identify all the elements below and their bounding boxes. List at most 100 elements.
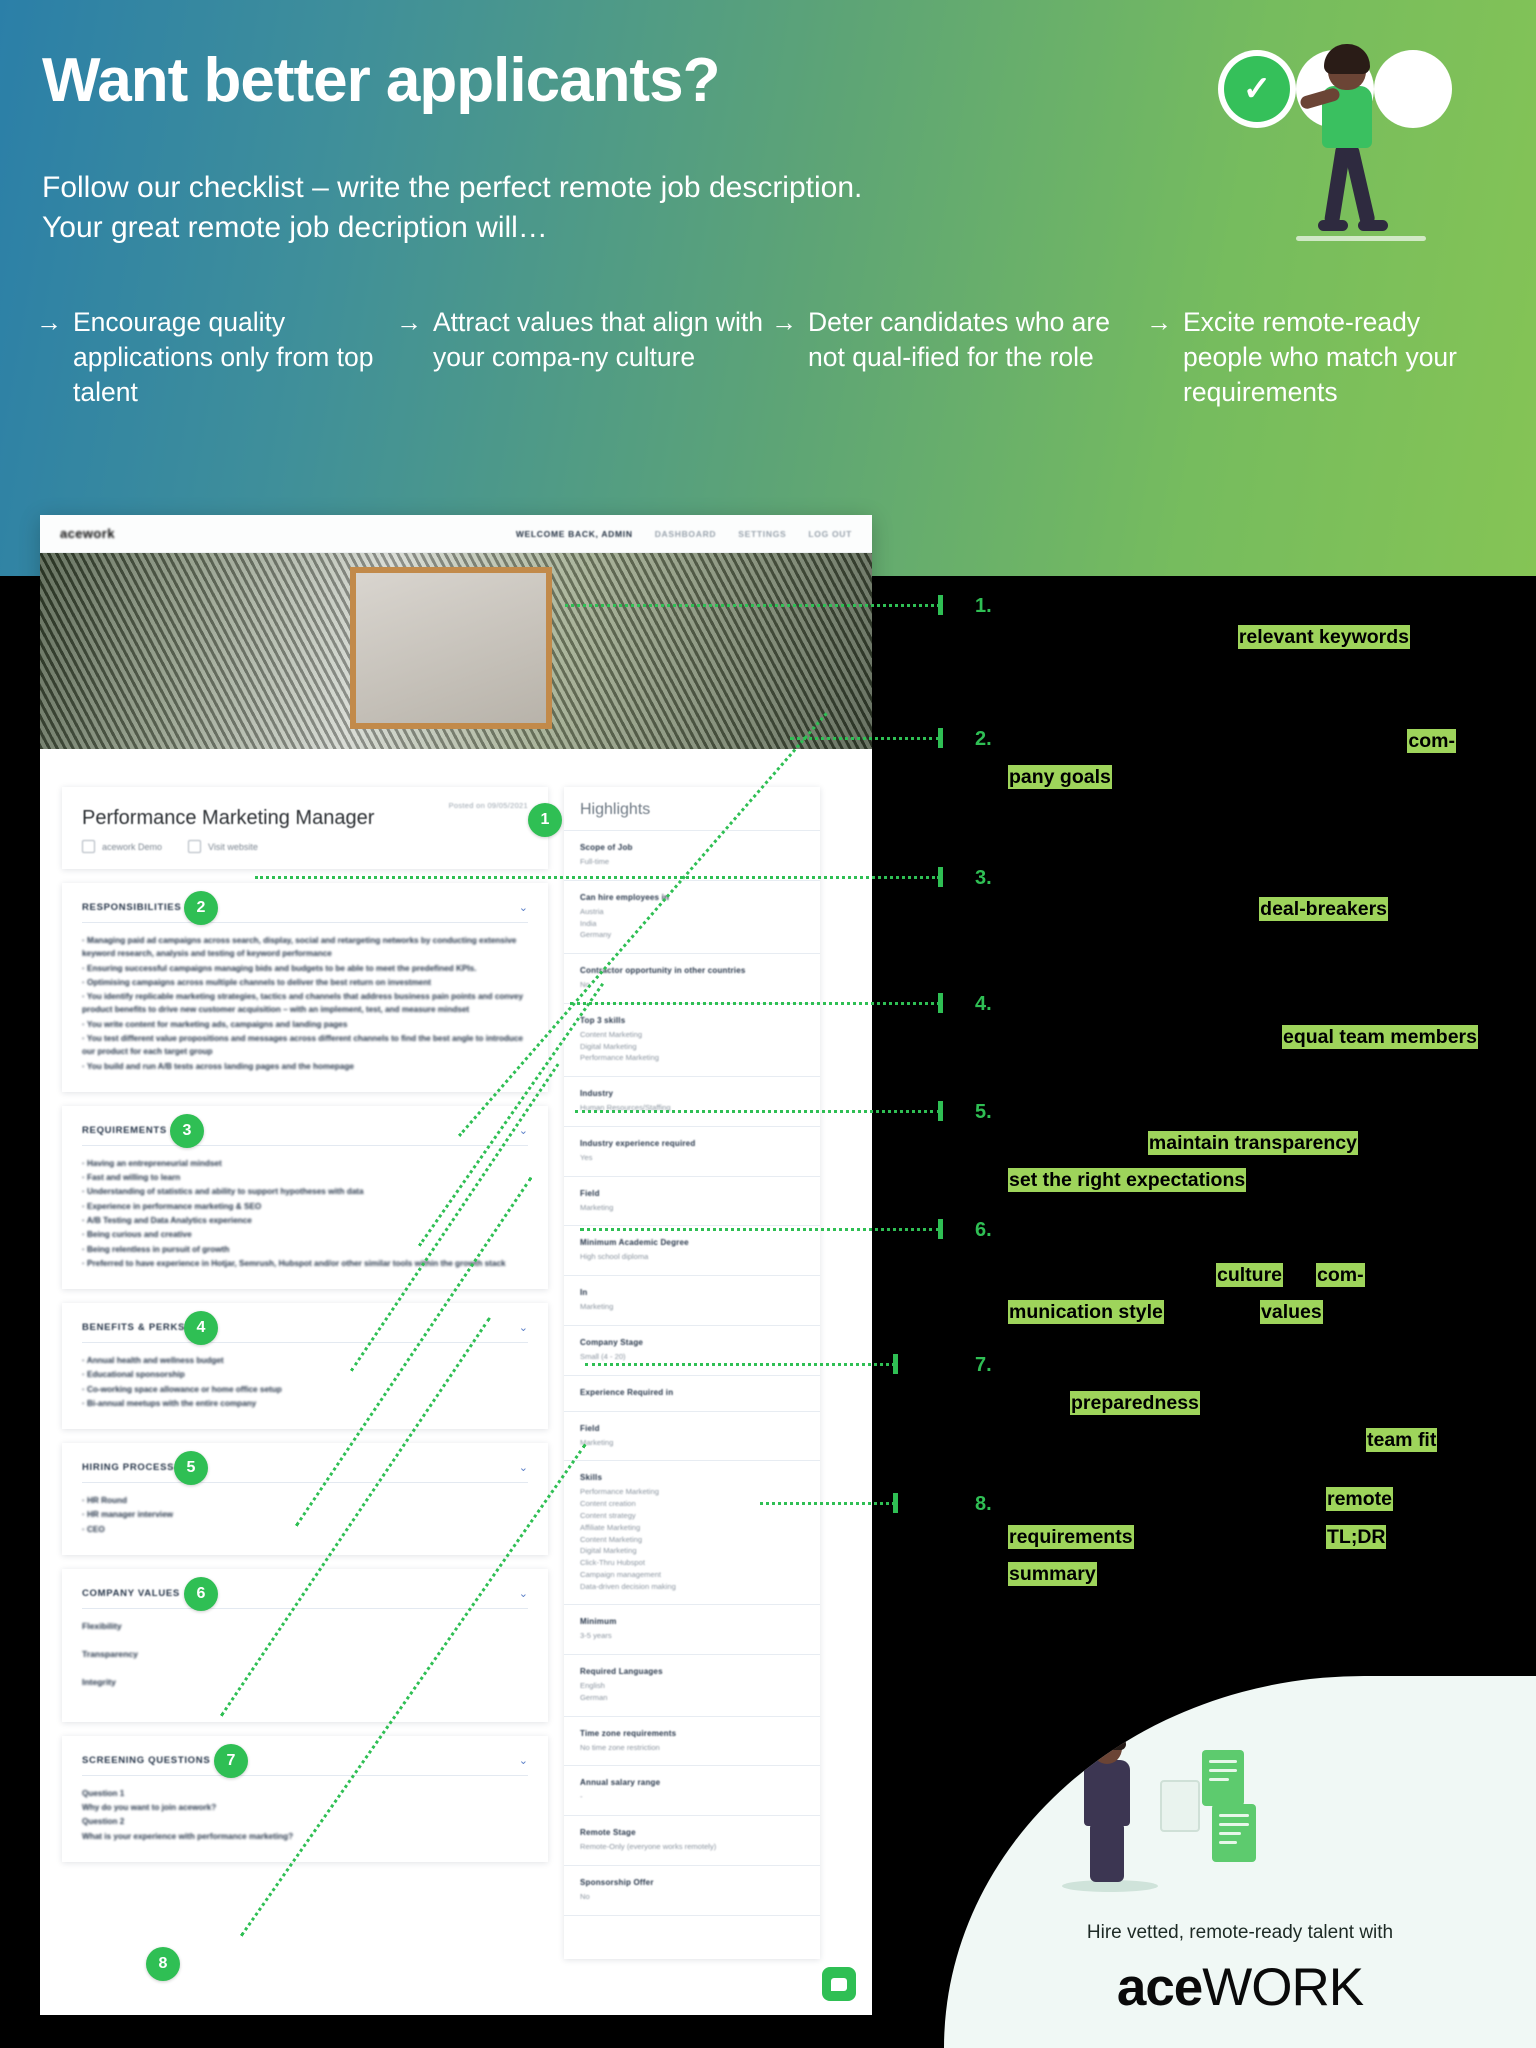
divider	[82, 922, 528, 923]
annotation-highlight: team fit	[1366, 1428, 1438, 1452]
list-item: · Managing paid ad campaigns across sear…	[82, 936, 517, 959]
section-body: · Having an entrepreneurial mindset · Fa…	[82, 1157, 528, 1270]
annotation-highlight: relevant keywords	[1237, 625, 1410, 649]
ground-line	[1296, 236, 1426, 241]
highlights-title: Highlights	[580, 801, 651, 818]
highlight-row: Remote Stage Remote-Only (everyone works…	[564, 1815, 820, 1865]
checkmark-icon: ✓	[1224, 56, 1290, 122]
connector-tick-6	[938, 1219, 943, 1239]
annotation-highlight: remote	[1326, 1487, 1394, 1511]
connector-3	[255, 876, 940, 879]
highlights-panel: Highlights Scope of Job Full-time Can hi…	[564, 787, 820, 1959]
highlight-key: Contractor opportunity in other countrie…	[580, 966, 746, 976]
arrow-icon: →	[771, 307, 797, 337]
highlight-row: Can hire employees in Austria India Germ…	[564, 879, 820, 953]
callout-badge-5: 5	[174, 1451, 208, 1486]
document-icon-1	[1202, 1750, 1244, 1806]
highlight-row: Top 3 skills Content Marketing Digital M…	[564, 1002, 820, 1076]
annotation-highlight: culture	[1216, 1263, 1284, 1287]
person-leg-right	[1342, 143, 1377, 227]
annotation-highlight: com-	[1316, 1263, 1365, 1287]
footer-tagline: Hire vetted, remote-ready talent with	[1086, 1922, 1394, 1943]
highlight-value: High school diploma	[580, 1252, 649, 1262]
annotation-text-2b: pany goals	[1008, 764, 1308, 792]
list-item: · You identify replicable marketing stra…	[82, 992, 524, 1015]
connector-tick-5	[938, 1101, 943, 1121]
mock-logo: acework	[60, 526, 115, 541]
mock-cover-image	[40, 553, 872, 749]
highlight-key: In	[580, 1288, 588, 1298]
section-title-requirements: REQUIREMENTS	[82, 1124, 167, 1136]
mock-left-column: Posted on 09/05/2021 Performance Marketi…	[62, 787, 562, 1959]
divider	[82, 1144, 528, 1146]
section-title-benefits: BENEFITS & PERKS	[82, 1322, 186, 1334]
callout-badge-8: 8	[146, 1947, 180, 1981]
chevron-down-icon[interactable]: ⌄	[519, 1461, 528, 1474]
mock-content: Posted on 09/05/2021 Performance Marketi…	[62, 787, 852, 1981]
highlight-key: Sponsorship Offer	[580, 1877, 654, 1887]
job-website-link[interactable]: Visit website	[188, 840, 258, 853]
annotation-highlight: summary	[1008, 1562, 1097, 1586]
highlight-key: Field	[580, 1423, 600, 1433]
list-item: · Ensuring successful campaigns managing…	[82, 963, 477, 973]
connector-7	[585, 1363, 895, 1366]
benefit-bullet-3-label: Deter candidates who are not qual-ified …	[808, 307, 1110, 372]
annotation-highlight: maintain transparency	[1147, 1131, 1358, 1155]
chevron-down-icon[interactable]: ⌄	[519, 901, 528, 914]
highlight-key: Experience Required in	[580, 1387, 674, 1397]
highlight-row: Annual salary range -	[564, 1765, 820, 1815]
hero-subtitle-line2: Your great remote job decription will…	[42, 210, 548, 244]
nav-item-settings[interactable]: SETTINGS	[738, 529, 786, 539]
job-meta: acework Demo Visit website	[82, 840, 528, 853]
nav-item-logout[interactable]: LOG OUT	[808, 529, 852, 539]
highlight-row: Sponsorship Offer No	[564, 1864, 820, 1915]
highlight-key: Remote Stage	[580, 1828, 636, 1838]
nav-item-dashboard[interactable]: DASHBOARD	[655, 529, 717, 539]
benefit-bullet-1: → Encourage quality applications only fr…	[36, 305, 396, 410]
highlight-row: Experience Required in	[564, 1374, 820, 1411]
connector-6	[580, 1228, 940, 1231]
job-title-card: Posted on 09/05/2021 Performance Marketi…	[62, 787, 562, 869]
mock-right-column: Highlights Scope of Job Full-time Can hi…	[146, 787, 820, 1981]
chat-button[interactable]	[822, 1967, 856, 2001]
job-title: Performance Marketing Manager	[82, 807, 375, 829]
section-body: Question 1 Why do you want to join acewo…	[82, 1787, 528, 1843]
callout-badge-1: 1	[528, 803, 562, 837]
highlight-row: Industry Human Resources/Staffing	[564, 1076, 820, 1126]
connector-4	[570, 1002, 940, 1005]
connector-1	[565, 604, 940, 607]
benefit-bullets: → Encourage quality applications only fr…	[36, 305, 1506, 410]
annotation-number-3: 3.	[975, 867, 992, 889]
connector-tick-4	[938, 993, 943, 1013]
chevron-down-icon[interactable]: ⌄	[519, 1321, 528, 1334]
section-body: Flexibility Transparency Integrity	[82, 1620, 528, 1690]
section-responsibilities: RESPONSIBILITIES ⌄ · Managing paid ad ca…	[62, 883, 548, 1092]
highlight-key: Scope of Job	[580, 843, 633, 852]
list-item: · A/B Testing and Data Analytics experie…	[82, 1215, 252, 1225]
section-header[interactable]: SCREENING QUESTIONS ⌄	[82, 1754, 528, 1767]
section-header[interactable]: BENEFITS & PERKS ⌄	[82, 1321, 528, 1334]
section-header[interactable]: RESPONSIBILITIES ⌄	[82, 901, 528, 914]
person-hair	[1324, 44, 1370, 74]
section-title-hiring-process: HIRING PROCESS	[82, 1462, 175, 1474]
connector-tick-2	[938, 728, 943, 748]
chevron-down-icon[interactable]: ⌄	[519, 1587, 528, 1600]
chat-bubble-icon	[831, 1977, 847, 1991]
annotation-number-6: 6.	[975, 1219, 992, 1241]
highlight-row: Contractor opportunity in other countrie…	[564, 953, 820, 1003]
annotation-number-1: 1.	[975, 595, 992, 617]
chevron-down-icon[interactable]: ⌄	[519, 1124, 528, 1137]
footer-person-hair	[1088, 1726, 1126, 1750]
highlight-row-spacer	[564, 1914, 820, 1959]
highlight-row: Field Marketing	[564, 1175, 820, 1226]
connector-tick-1	[938, 595, 943, 615]
connector-2	[790, 737, 940, 740]
chevron-down-icon[interactable]: ⌄	[519, 1754, 528, 1767]
job-company: acework Demo	[82, 840, 162, 853]
annotation-highlight: deal-breakers	[1259, 897, 1388, 921]
section-header[interactable]: HIRING PROCESS ⌄	[82, 1461, 528, 1474]
connector-8	[760, 1502, 895, 1505]
annotation-highlight: TL;DR	[1326, 1525, 1387, 1549]
section-benefits: BENEFITS & PERKS ⌄ · Annual health and w…	[62, 1303, 548, 1430]
connector-tick-3	[938, 867, 943, 887]
